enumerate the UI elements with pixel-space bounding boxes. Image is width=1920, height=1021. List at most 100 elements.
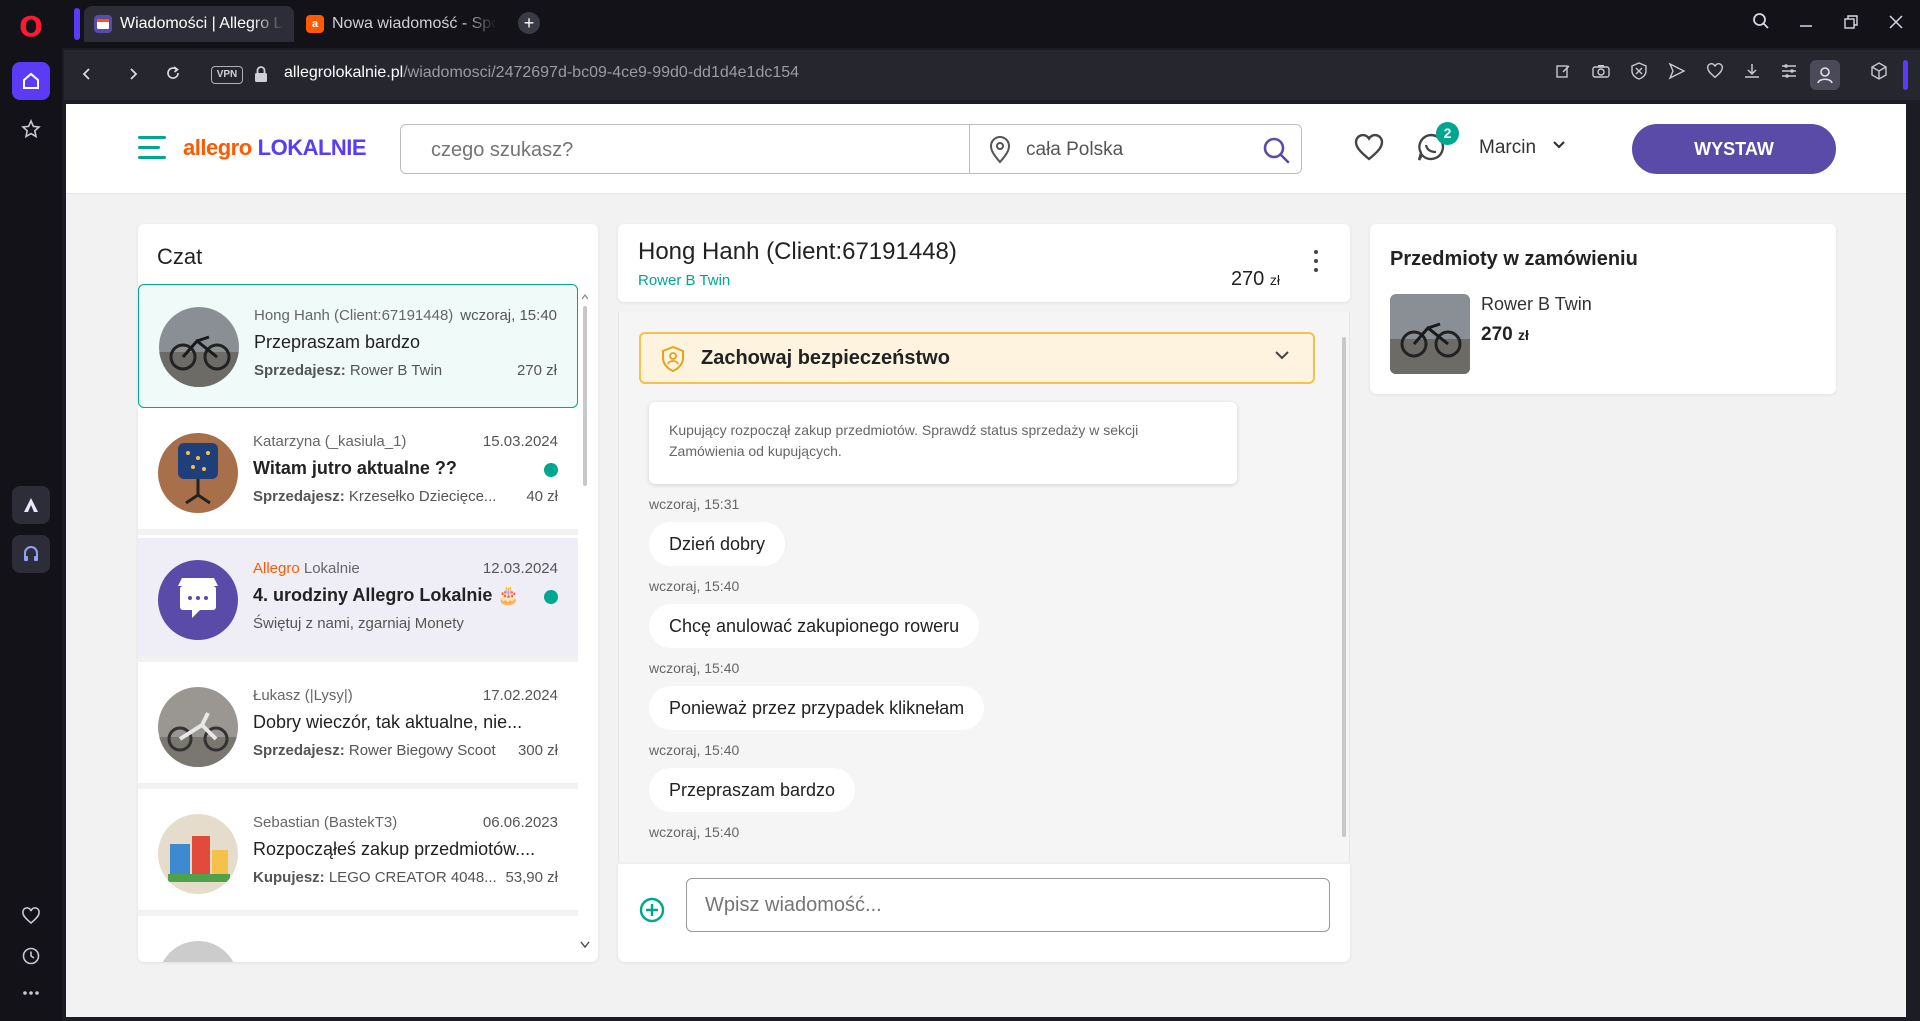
conversation-last-message: 4. urodziny Allegro Lokalnie 🎂 (253, 585, 520, 605)
scrollbar-thumb[interactable] (1342, 337, 1346, 837)
vpn-badge[interactable]: VPN (211, 66, 243, 84)
download-icon[interactable] (1739, 62, 1765, 88)
conversation-item-link[interactable]: Rower B Twin (638, 272, 730, 289)
reload-icon[interactable] (160, 62, 186, 88)
safety-banner[interactable]: Zachowaj bezpieczeństwo (639, 332, 1315, 384)
url-text[interactable]: allegrolokalnie.pl/wiadomosci/2472697d-b… (284, 64, 799, 82)
conversation-item[interactable]: Sebastian (BastekT3) 06.06.2023 Rozpoczą… (138, 792, 578, 916)
wystaw-button[interactable]: WYSTAW (1632, 124, 1836, 174)
message-timestamp: wczoraj, 15:31 (649, 496, 740, 512)
add-attachment-icon[interactable] (638, 896, 666, 924)
conversation-item-name: LEGO CREATOR 4048... (328, 869, 497, 886)
safety-banner-label: Zachowaj bezpieczeństwo (701, 347, 950, 369)
chevron-down-icon[interactable] (1273, 346, 1291, 369)
conversation-item-partial[interactable] (138, 919, 578, 962)
user-menu-name[interactable]: Marcin (1479, 137, 1536, 159)
conversation-user: Hong Hanh (Client:67191448) (254, 307, 454, 324)
conversation-item-name: Rower Biegowy Scoot (348, 742, 496, 759)
scroll-down-arrow-icon[interactable] (580, 936, 590, 954)
chat-list-scrollbar[interactable] (582, 294, 588, 824)
location-select[interactable]: cała Polska (1026, 139, 1123, 161)
conversation-user: Sebastian (BastekT3) (253, 814, 398, 831)
send-icon[interactable] (1664, 62, 1690, 88)
search-icon[interactable] (1261, 135, 1291, 165)
minimize-icon[interactable] (1792, 10, 1820, 38)
logo-allegro: allegro (183, 135, 252, 160)
conversation-price: 270 zł (516, 362, 557, 379)
favorites-heart-icon[interactable] (1352, 130, 1386, 164)
chair-thumbnail (158, 433, 238, 513)
url-domain: allegrolokalnie.pl (284, 64, 404, 81)
history-icon[interactable] (12, 937, 50, 975)
chat-list-panel: Czat Hong Hanh (Client:67191448) wczoraj… (138, 224, 598, 962)
conversation-time: 06.06.2023 (482, 814, 558, 831)
conversation-meta: Sprzedajesz: Krzesełko Dziecięce... (253, 488, 496, 505)
sender-name: Lokalnie (303, 560, 360, 577)
search-input[interactable] (431, 139, 931, 162)
aria-icon[interactable] (12, 486, 50, 524)
sidebar-toggle[interactable] (1903, 60, 1908, 90)
tab-strip: Wiadomości | Allegro Lokalnie a Nowa wia… (84, 6, 506, 42)
conversation-meta: Sprzedajesz: Rower Biegowy Scoot (253, 742, 496, 759)
conversation-role: Sprzedajesz: (253, 742, 345, 759)
opera-logo-icon[interactable]: O (18, 13, 44, 41)
site-header: allegroLOKALNIE cała Polska 2 Marcin WYS… (66, 104, 1906, 194)
message-input[interactable] (686, 878, 1330, 932)
forward-icon[interactable] (120, 62, 146, 88)
price-currency: zł (1517, 327, 1529, 343)
sender-brand: Allegro (253, 560, 300, 577)
more-icon[interactable] (12, 974, 50, 1012)
tab-wiadomosci[interactable]: Wiadomości | Allegro Lokalnie (84, 6, 294, 42)
scrollbar-thumb[interactable] (583, 306, 587, 486)
hamburger-menu-icon[interactable] (138, 136, 166, 160)
close-icon[interactable] (1882, 10, 1910, 38)
allegro-lokalnie-favicon (94, 15, 112, 33)
conversation-item[interactable]: Łukasz (|Lysy|) 17.02.2024 Dobry wieczór… (138, 665, 578, 789)
tab-label: Nowa wiadomość - Społeczność (332, 15, 496, 32)
conversation-item-promo[interactable]: Allegro Lokalnie 12.03.2024 4. urodziny … (138, 538, 578, 662)
home-icon[interactable] (12, 62, 50, 100)
profile-icon[interactable] (1810, 60, 1840, 90)
price-currency: zł (1269, 272, 1280, 288)
more-options-icon[interactable] (1314, 250, 1320, 278)
allegro-favicon: a (306, 15, 324, 33)
camera-icon[interactable] (1588, 62, 1614, 88)
allegro-lokalnie-logo[interactable]: allegro LOKALNIE (183, 135, 367, 161)
lock-icon[interactable] (254, 65, 268, 83)
star-icon[interactable] (12, 110, 50, 148)
price-value: 270 (1230, 268, 1265, 290)
conversation-item[interactable]: Hong Hanh (Client:67191448) wczoraj, 15:… (138, 284, 578, 408)
conversation-item[interactable]: Katarzyna (_kasiula_1) 15.03.2024 Witam … (138, 411, 578, 535)
restore-icon[interactable] (1837, 10, 1865, 38)
thread-scrollbar[interactable] (1340, 312, 1348, 862)
message-bubble: Dzień dobry (649, 522, 786, 566)
chevron-down-icon[interactable] (1552, 138, 1566, 157)
order-item-name[interactable]: Rower B Twin (1481, 294, 1592, 315)
tab-nowa-wiadomosc[interactable]: a Nowa wiadomość - Społeczność (296, 6, 506, 42)
conversation-meta: Kupujesz: LEGO CREATOR 4048... (253, 869, 497, 886)
search-tabs-icon[interactable] (1747, 10, 1775, 38)
music-player-icon[interactable] (12, 535, 50, 573)
conversation-role: Kupujesz: (253, 869, 325, 886)
new-tab-button[interactable]: + (518, 12, 540, 34)
messages-count-badge: 2 (1436, 122, 1459, 145)
conversation-user: Katarzyna (_kasiula_1) (253, 433, 407, 450)
order-items-panel: Przedmioty w zamówieniu Rower B Twin 270… (1370, 224, 1836, 394)
conversation-price: 53,90 zł (505, 869, 558, 886)
tab-label: Wiadomości | Allegro Lokalnie (120, 15, 284, 32)
edit-icon[interactable] (1550, 62, 1576, 88)
easy-setup-icon[interactable] (1776, 62, 1802, 88)
extensions-icon[interactable] (1866, 62, 1892, 88)
order-item-thumbnail[interactable] (1390, 294, 1470, 374)
message-thread: Zachowaj bezpieczeństwo Kupujący rozpocz… (618, 312, 1350, 862)
conversation-time: wczoraj, 15:40 (460, 307, 557, 324)
search-bar: cała Polska (400, 124, 1302, 174)
heart-icon[interactable] (1702, 62, 1728, 88)
conversation-price: 300 zł (517, 742, 558, 759)
back-icon[interactable] (74, 62, 100, 88)
heart-icon[interactable] (12, 897, 50, 935)
adblock-icon[interactable] (1626, 62, 1652, 88)
message-bubble: Ponieważ przez przypadek kliknełam (649, 686, 985, 730)
message-bubble: Przepraszam bardzo (649, 768, 856, 812)
conversation-subtitle: Świętuj z nami, zgarniaj Monety (253, 615, 464, 632)
